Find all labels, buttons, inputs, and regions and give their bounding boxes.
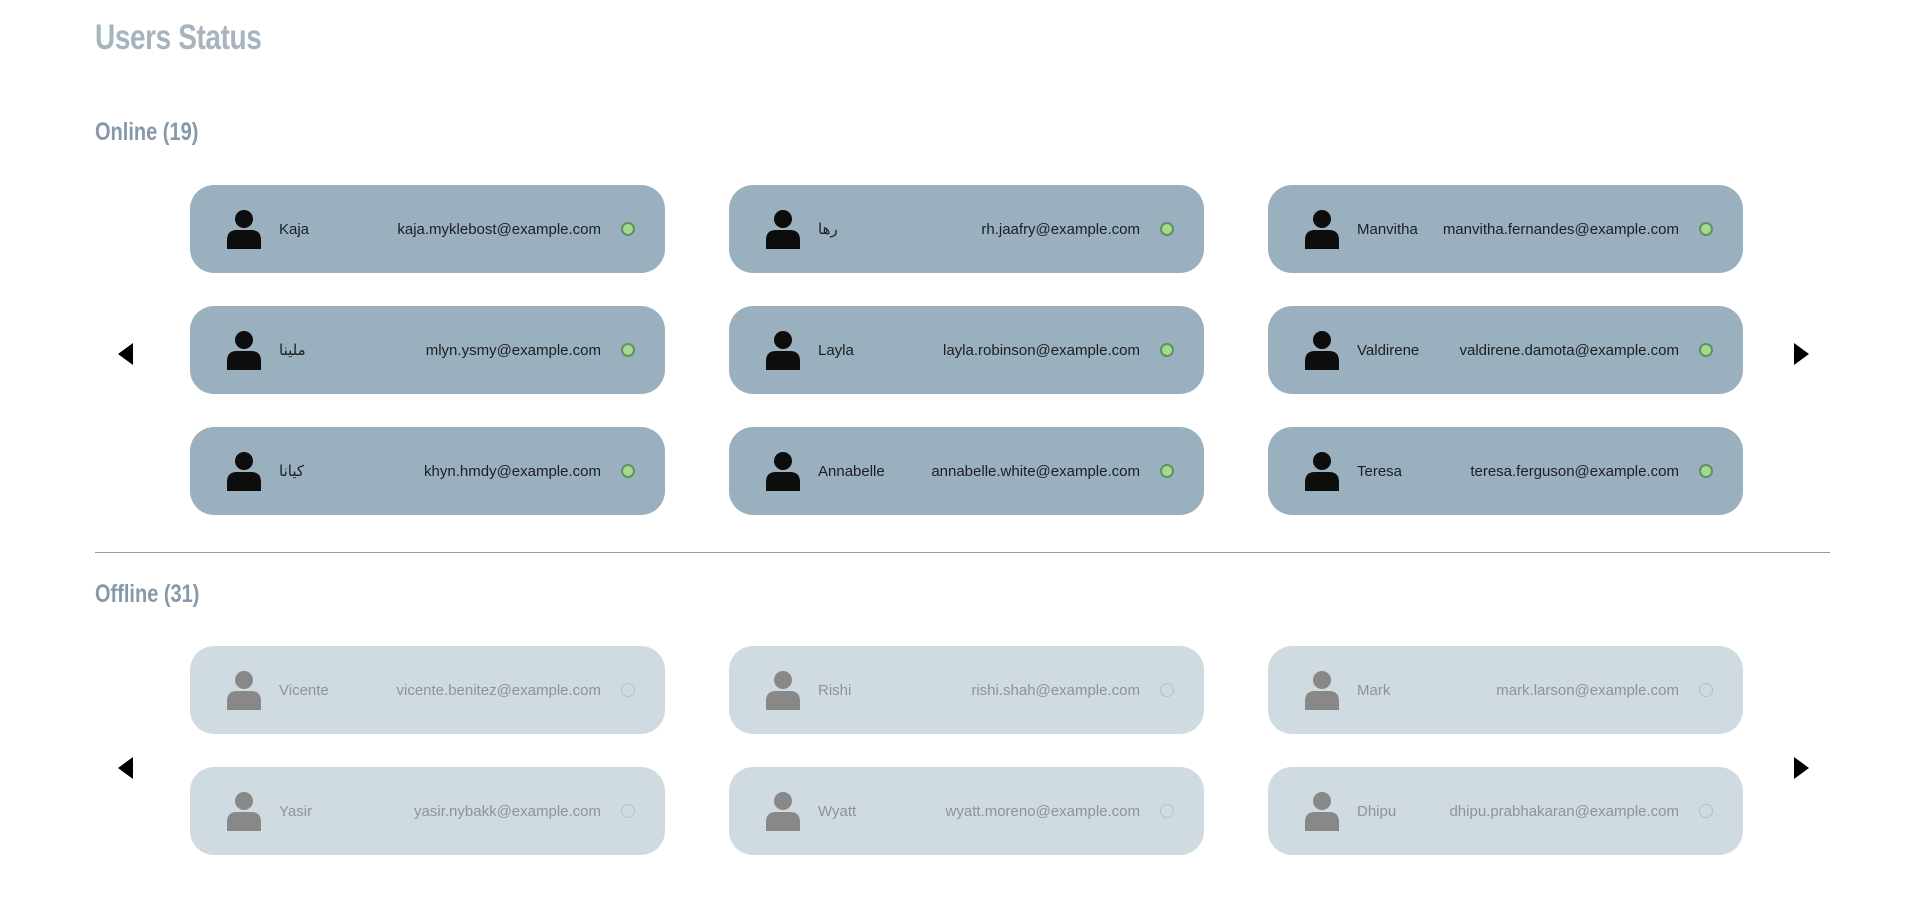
user-name: Teresa	[1357, 462, 1403, 480]
user-avatar-icon	[227, 792, 261, 831]
user-email: teresa.ferguson@example.com	[1470, 462, 1679, 480]
online-user-card[interactable]: Annabelle annabelle.white@example.com	[729, 427, 1204, 515]
offline-user-card[interactable]: Yasir yasir.nybakk@example.com	[190, 767, 665, 855]
user-name: Dhipu	[1357, 802, 1397, 820]
online-prev-arrow-icon[interactable]	[118, 343, 133, 365]
user-avatar-icon	[227, 452, 261, 491]
user-avatar-icon	[766, 452, 800, 491]
user-avatar-icon	[1305, 452, 1339, 491]
offline-user-card[interactable]: Wyatt wyatt.moreno@example.com	[729, 767, 1204, 855]
user-name: Kaja	[279, 220, 310, 238]
offline-next-arrow-icon[interactable]	[1794, 757, 1809, 779]
online-user-card[interactable]: Teresa teresa.ferguson@example.com	[1268, 427, 1743, 515]
user-email: mlyn.ysmy@example.com	[425, 341, 601, 359]
online-user-card[interactable]: Layla layla.robinson@example.com	[729, 306, 1204, 394]
user-avatar-icon	[766, 331, 800, 370]
offline-status-dot	[1699, 683, 1713, 697]
user-email: rh.jaafry@example.com	[981, 220, 1140, 238]
offline-user-card[interactable]: Vicente vicente.benitez@example.com	[190, 646, 665, 734]
online-users-grid: Kaja kaja.myklebost@example.com رها rh.j…	[190, 185, 1743, 515]
user-name: Vicente	[279, 681, 329, 699]
offline-users-grid: Vicente vicente.benitez@example.com Rish…	[190, 646, 1743, 855]
user-name: کیانا	[279, 463, 304, 480]
online-status-dot	[1160, 222, 1174, 236]
user-name: Annabelle	[818, 462, 885, 480]
user-avatar-icon	[766, 792, 800, 831]
user-email: wyatt.moreno@example.com	[945, 802, 1140, 820]
user-email: mark.larson@example.com	[1496, 681, 1679, 699]
user-email: yasir.nybakk@example.com	[414, 802, 601, 820]
user-name: Yasir	[279, 802, 313, 820]
online-status-dot	[1699, 343, 1713, 357]
user-name: Wyatt	[818, 802, 857, 820]
user-name: Manvitha	[1357, 220, 1418, 238]
user-name: رها	[818, 221, 838, 238]
user-avatar-icon	[1305, 671, 1339, 710]
user-name: Mark	[1357, 681, 1391, 699]
offline-status-dot	[1160, 683, 1174, 697]
user-name: Rishi	[818, 681, 852, 699]
online-user-card[interactable]: کیانا khyn.hmdy@example.com	[190, 427, 665, 515]
user-avatar-icon	[227, 331, 261, 370]
user-avatar-icon	[766, 671, 800, 710]
offline-status-dot	[621, 804, 635, 818]
user-email: dhipu.prabhakaran@example.com	[1449, 802, 1679, 820]
user-email: kaja.myklebost@example.com	[397, 220, 601, 238]
online-user-card[interactable]: Manvitha manvitha.fernandes@example.com	[1268, 185, 1743, 273]
user-email: manvitha.fernandes@example.com	[1442, 220, 1679, 238]
page-title: Users Status	[95, 18, 262, 57]
user-name: Layla	[818, 341, 854, 359]
user-email: vicente.benitez@example.com	[396, 681, 602, 699]
user-email: khyn.hmdy@example.com	[424, 462, 601, 480]
user-avatar-icon	[227, 671, 261, 710]
user-avatar-icon	[227, 210, 261, 249]
online-status-dot	[621, 343, 635, 357]
online-status-dot	[1160, 343, 1174, 357]
online-user-card[interactable]: Kaja kaja.myklebost@example.com	[190, 185, 665, 273]
user-email: layla.robinson@example.com	[943, 341, 1140, 359]
offline-user-card[interactable]: Mark mark.larson@example.com	[1268, 646, 1743, 734]
user-name: Valdirene	[1357, 341, 1420, 359]
offline-user-card[interactable]: Dhipu dhipu.prabhakaran@example.com	[1268, 767, 1743, 855]
online-user-card[interactable]: ملینا mlyn.ysmy@example.com	[190, 306, 665, 394]
online-section-title: Online (19)	[95, 118, 199, 146]
online-user-card[interactable]: Valdirene valdirene.damota@example.com	[1268, 306, 1743, 394]
user-email: rishi.shah@example.com	[971, 681, 1140, 699]
user-name: ملینا	[279, 342, 306, 359]
section-divider	[95, 552, 1830, 553]
online-status-dot	[621, 222, 635, 236]
offline-section-title: Offline (31)	[95, 580, 200, 608]
online-status-dot	[1699, 222, 1713, 236]
online-user-card[interactable]: رها rh.jaafry@example.com	[729, 185, 1204, 273]
offline-prev-arrow-icon[interactable]	[118, 757, 133, 779]
offline-user-card[interactable]: Rishi rishi.shah@example.com	[729, 646, 1204, 734]
online-next-arrow-icon[interactable]	[1794, 343, 1809, 365]
online-status-dot	[1699, 464, 1713, 478]
user-avatar-icon	[766, 210, 800, 249]
offline-status-dot	[1699, 804, 1713, 818]
user-email: valdirene.damota@example.com	[1459, 341, 1680, 359]
user-avatar-icon	[1305, 210, 1339, 249]
user-email: annabelle.white@example.com	[931, 462, 1140, 480]
offline-status-dot	[621, 683, 635, 697]
user-avatar-icon	[1305, 331, 1339, 370]
online-status-dot	[1160, 464, 1174, 478]
user-avatar-icon	[1305, 792, 1339, 831]
offline-status-dot	[1160, 804, 1174, 818]
online-status-dot	[621, 464, 635, 478]
